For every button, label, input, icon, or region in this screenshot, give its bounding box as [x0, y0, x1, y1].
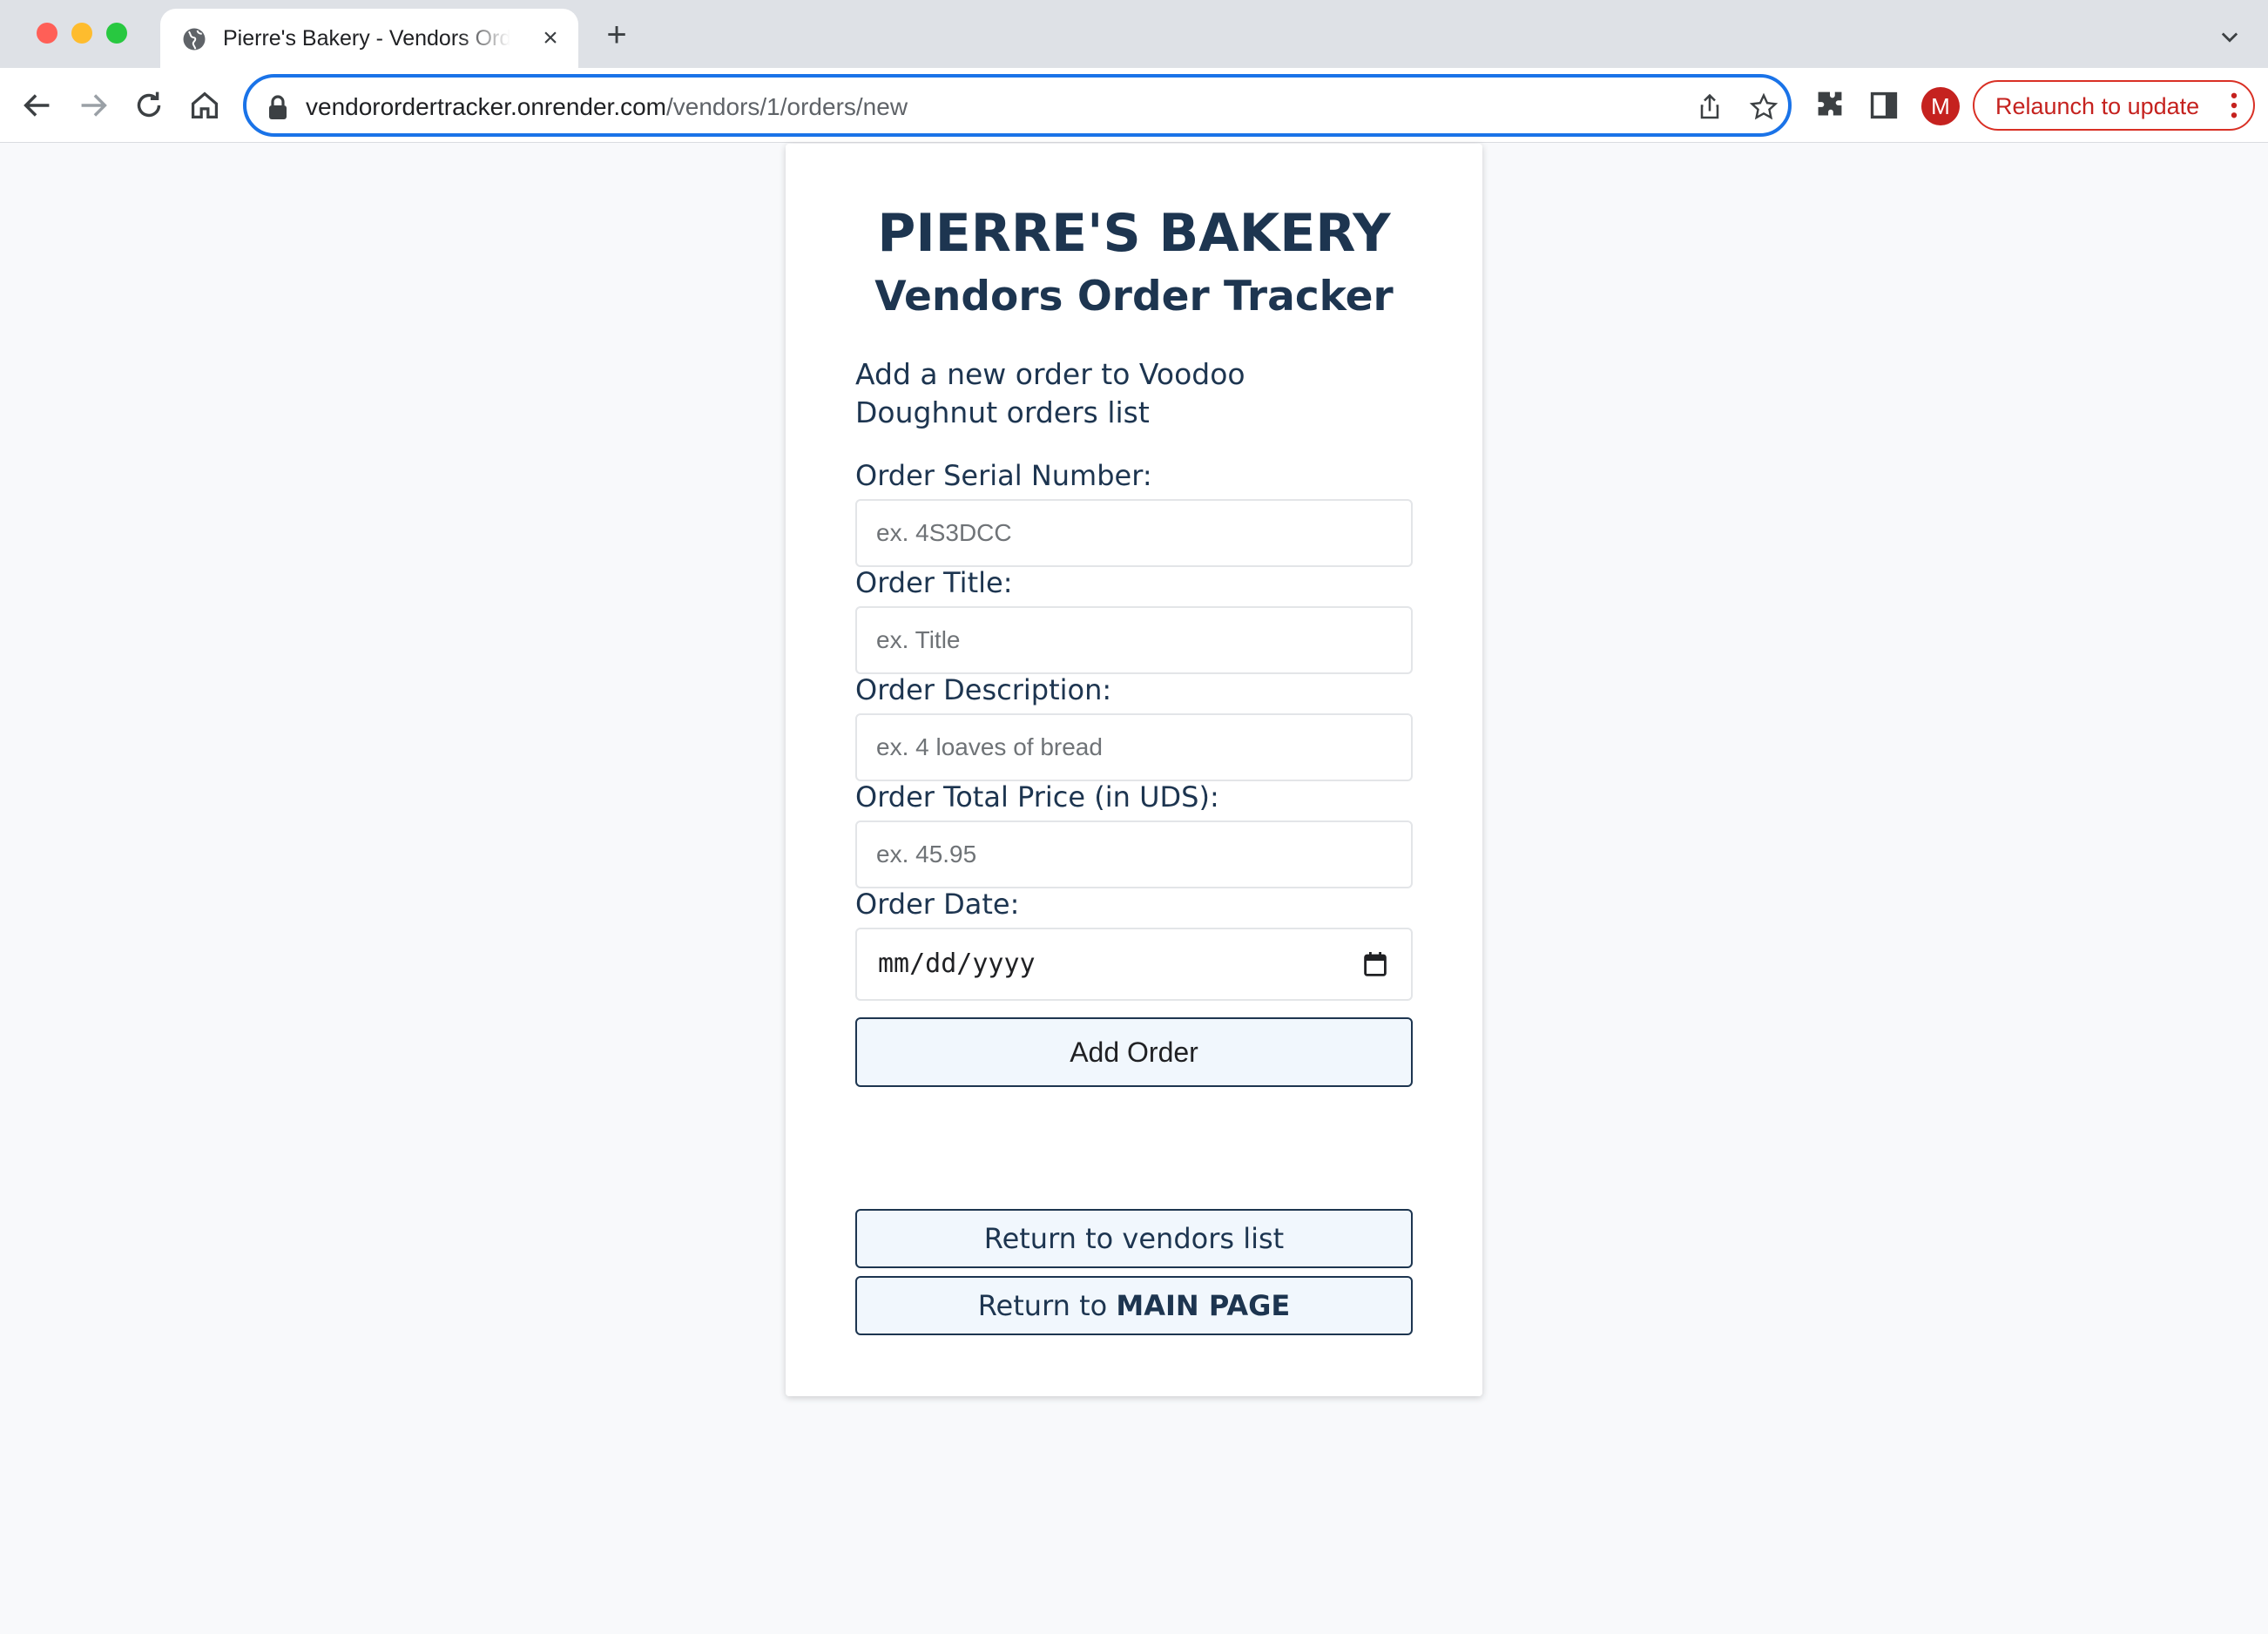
calendar-icon[interactable] [1364, 952, 1387, 976]
url-path: /vendors/1/orders/new [666, 93, 908, 120]
star-icon[interactable] [1748, 91, 1779, 123]
active-tab[interactable]: Pierre's Bakery - Vendors Order Tracker … [160, 9, 578, 68]
new-tab-button[interactable]: + [601, 17, 632, 52]
kebab-menu-icon [2231, 92, 2238, 118]
order-form-card: PIERRE'S BAKERY Vendors Order Tracker Ad… [786, 144, 1482, 1396]
order-price-label: Order Total Price (in UDS): [855, 780, 1219, 814]
globe-icon [183, 28, 206, 51]
return-to-main-page-link[interactable]: Return to MAIN PAGE [855, 1276, 1413, 1335]
zoom-window-button[interactable] [106, 23, 127, 44]
order-description-input[interactable] [855, 713, 1413, 781]
side-panel-button[interactable] [1864, 85, 1904, 125]
tab-close-icon[interactable]: × [537, 24, 564, 52]
serial-number-input[interactable] [855, 499, 1413, 567]
reload-icon [137, 91, 161, 118]
puzzle-icon [1818, 91, 1842, 116]
profile-avatar[interactable]: M [1921, 87, 1960, 125]
order-date-input[interactable]: mm/dd/yyyy [855, 928, 1413, 1001]
order-description-label: Order Description: [855, 673, 1112, 706]
order-date-label: Order Date: [855, 888, 1020, 921]
relaunch-label: Relaunch to update [1995, 93, 2200, 119]
forward-button[interactable] [73, 85, 113, 125]
add-order-button[interactable]: Add Order [855, 1017, 1413, 1087]
brand-title: PIERRE'S BAKERY [877, 203, 1391, 264]
relaunch-to-update-button[interactable]: Relaunch to update [1973, 80, 2255, 131]
page-subtitle: Vendors Order Tracker [874, 273, 1394, 321]
form-intro-text: Add a new order to Voodoo Doughnut order… [855, 357, 1245, 429]
tab-search-icon[interactable] [2217, 24, 2242, 49]
extensions-button[interactable] [1810, 85, 1850, 125]
reload-button[interactable] [129, 85, 169, 125]
browser-toolbar: vendorordertracker.onrender.com/vendors/… [0, 68, 2268, 143]
date-placeholder[interactable]: mm/dd/yyyy [878, 949, 1036, 979]
tab-strip: Pierre's Bakery - Vendors Order Tracker … [0, 0, 2268, 68]
return-to-main-prefix: Return to [977, 1289, 1108, 1322]
tab-title: Pierre's Bakery - Vendors Order Tracker [223, 26, 510, 51]
order-title-input[interactable] [855, 606, 1413, 674]
share-icon[interactable] [1694, 91, 1725, 123]
serial-number-label: Order Serial Number: [855, 459, 1152, 492]
address-bar[interactable]: vendorordertracker.onrender.com/vendors/… [243, 74, 1792, 137]
minimize-window-button[interactable] [71, 23, 92, 44]
home-button[interactable] [185, 85, 225, 125]
home-icon [191, 91, 219, 119]
return-to-vendors-link[interactable]: Return to vendors list [855, 1209, 1413, 1268]
back-icon [24, 94, 50, 117]
url-domain: vendorordertracker.onrender.com [306, 93, 666, 120]
url-text[interactable]: vendorordertracker.onrender.com/vendors/… [306, 91, 908, 123]
close-window-button[interactable] [37, 23, 57, 44]
forward-icon [81, 94, 107, 117]
side-panel-icon [1870, 91, 1898, 119]
main-page-emphasis: MAIN PAGE [1116, 1289, 1291, 1322]
order-price-input[interactable] [855, 820, 1413, 888]
back-button[interactable] [17, 85, 57, 125]
order-title-label: Order Title: [855, 566, 1013, 599]
lock-icon[interactable] [267, 95, 288, 119]
